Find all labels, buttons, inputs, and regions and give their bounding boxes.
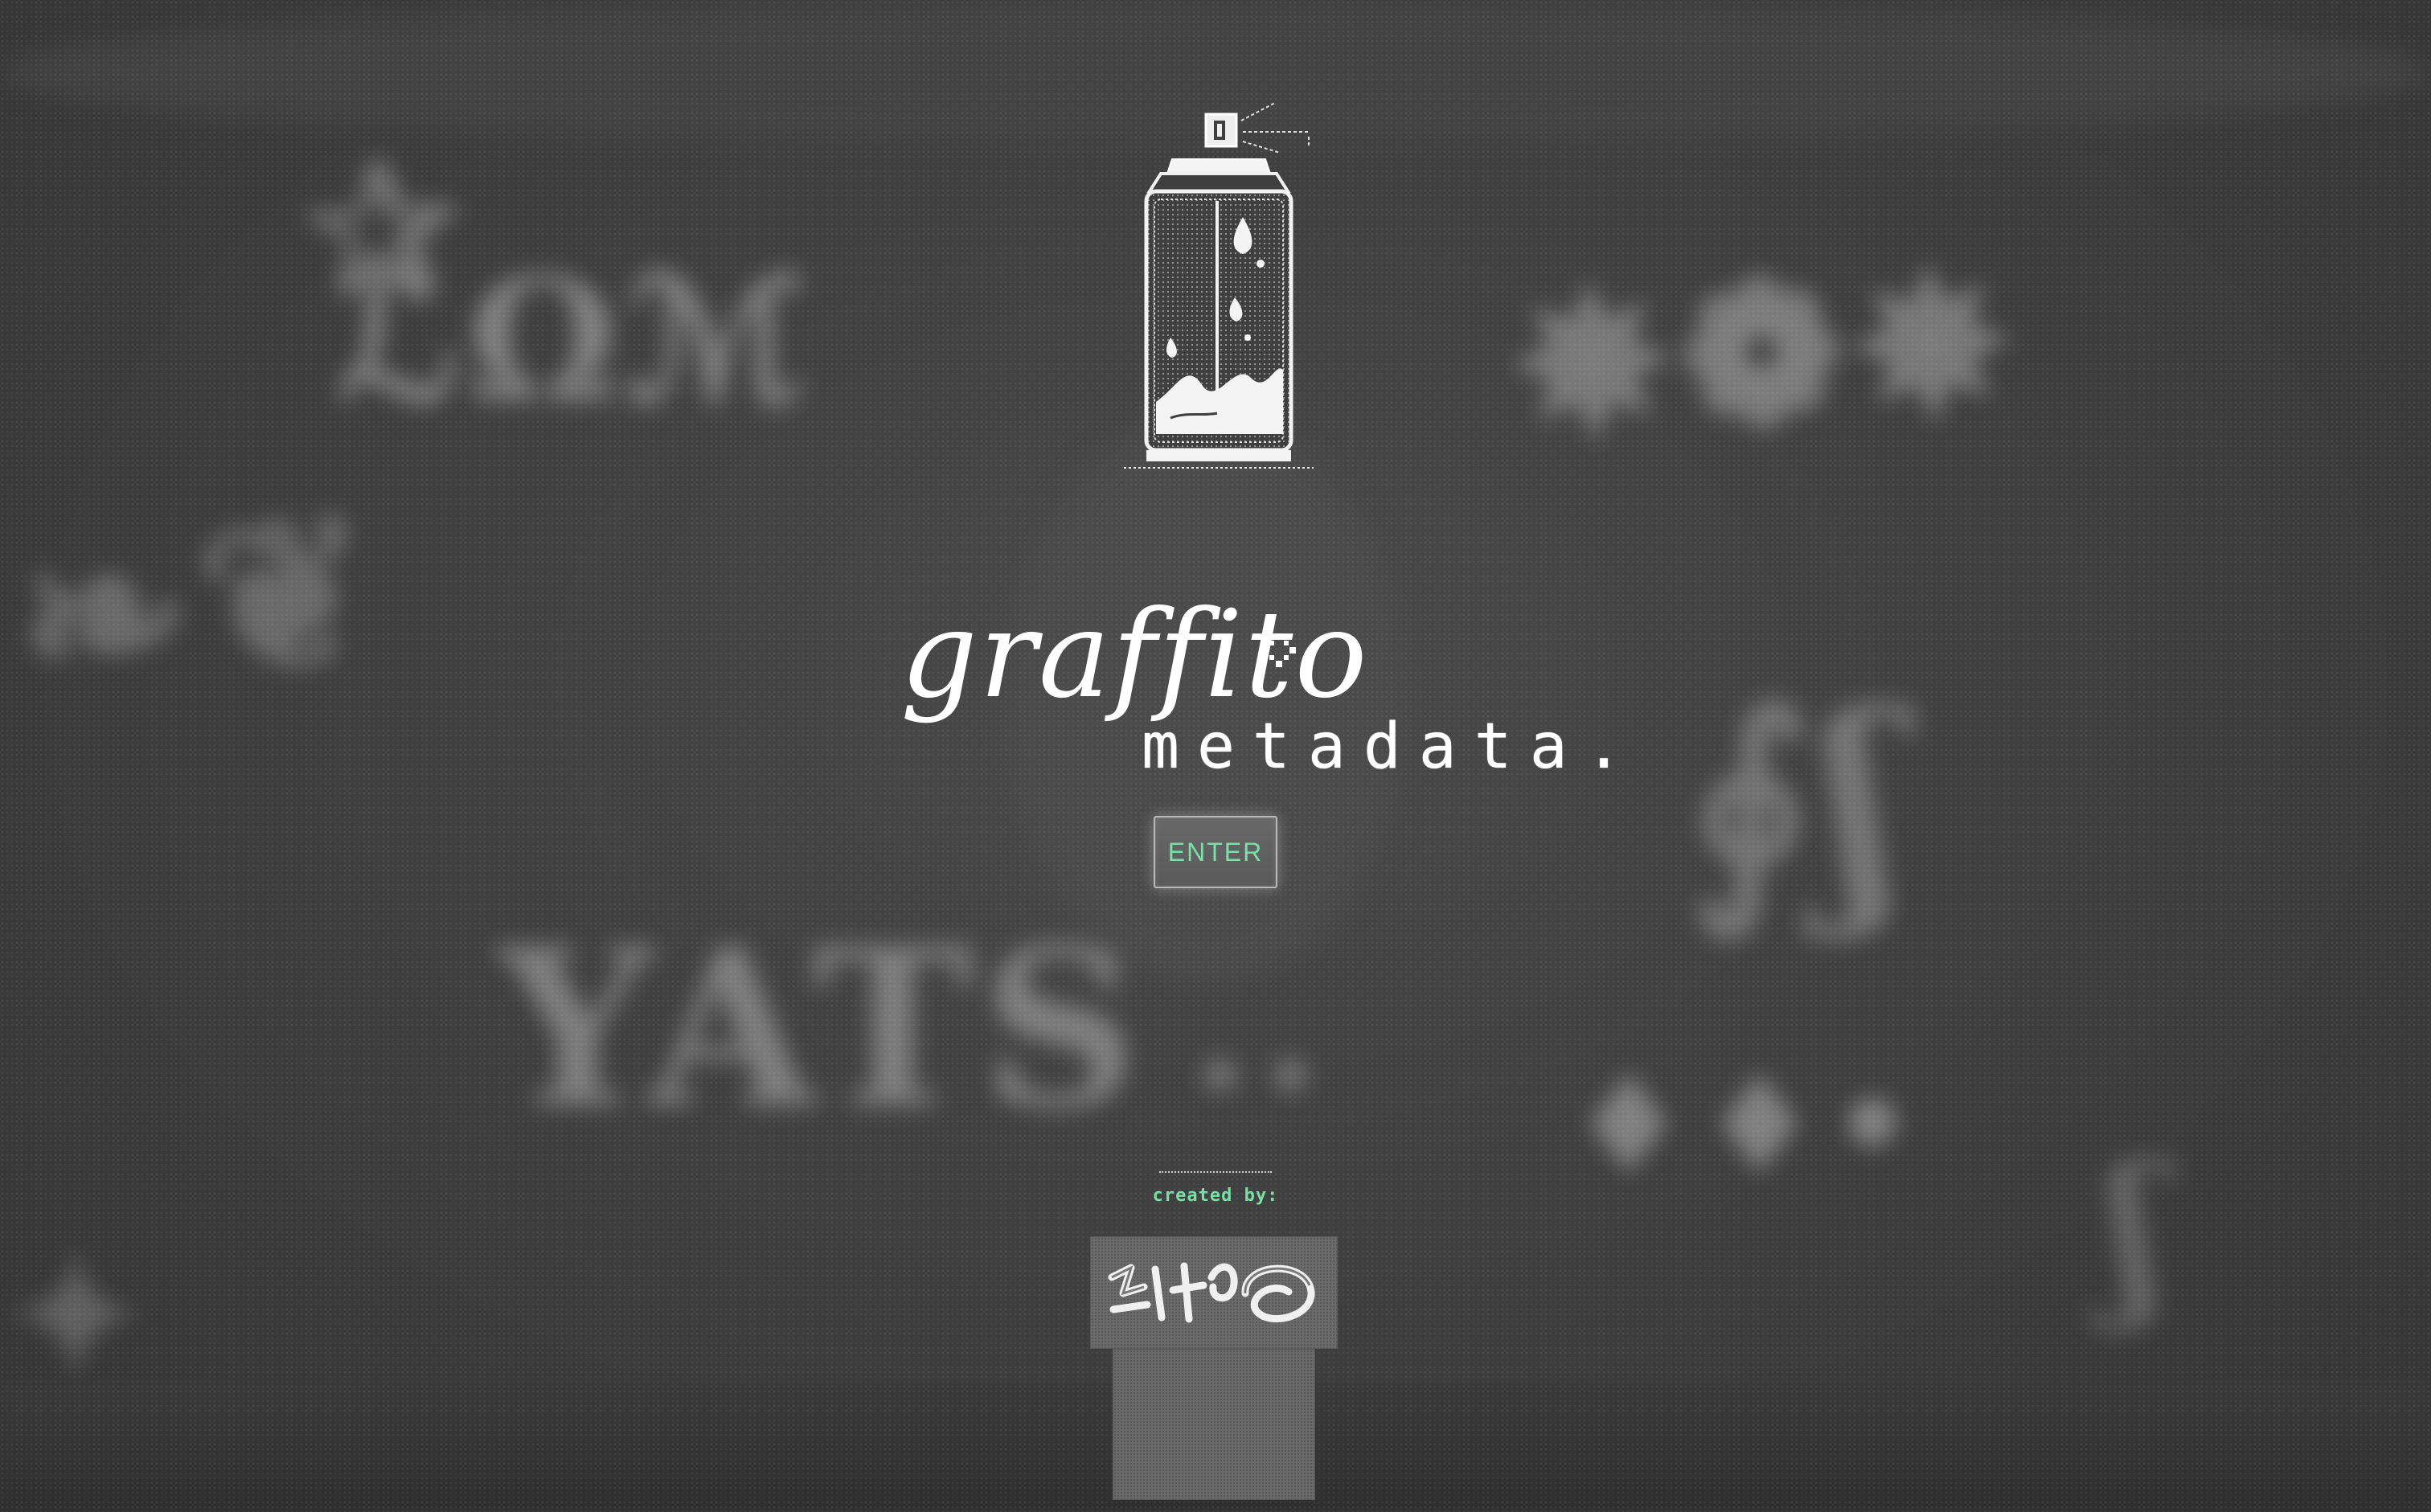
- enter-button[interactable]: ENTER: [1154, 816, 1277, 888]
- sparkle-icon: [1262, 633, 1296, 667]
- logo-script-text: graffito: [900, 585, 1369, 725]
- creator-graffiti-tag-icon: [1108, 1262, 1315, 1323]
- creator-tag-panel: [1090, 1236, 1338, 1349]
- logo: graffito metadata.: [884, 585, 1623, 788]
- logo-mono-text: metadata.: [1142, 711, 1641, 783]
- spray-can-icon: [1124, 102, 1314, 469]
- credits-divider: [1159, 1171, 1272, 1173]
- credits-label: created by:: [1152, 1186, 1279, 1206]
- landing-page: ✰ ℒΩℳ ❧❦ YATS •• ✵❁✵ ∮ʃ ♦♦• ʃ ✦ graffito…: [0, 0, 2431, 1512]
- creator-avatar-panel: [1113, 1349, 1315, 1500]
- creator-tag-card[interactable]: [1090, 1236, 1338, 1500]
